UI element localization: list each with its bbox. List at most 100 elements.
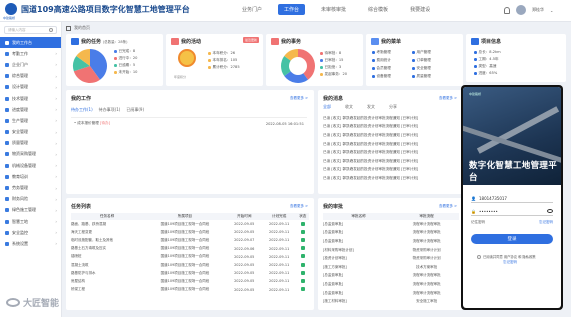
sidebar-item[interactable]: 企业门户 › xyxy=(0,59,61,70)
sidebar-item[interactable]: 考勤工作 › xyxy=(0,48,61,59)
agree-row[interactable]: 已阅读并同意 用户协议 和 隐私政策 xyxy=(477,254,536,259)
table-row[interactable]: 房屋结构 国道109项目施工现场一合同段 2022-09-05 2022-09-11 xyxy=(71,277,309,285)
nav-templates[interactable]: 综合模板 xyxy=(362,4,394,15)
sidebar-item[interactable]: 系统设置 › xyxy=(0,238,61,249)
task-more-link[interactable]: 查看更多 > xyxy=(290,204,308,209)
menu-item[interactable]: 费用统计 xyxy=(372,57,412,64)
table-row[interactable]: 海天工程变更 国道109项目施工现场一合同段 2022-09-05 2022-09-1… xyxy=(71,228,309,236)
user-name[interactable]: 郑桂华 xyxy=(532,7,544,13)
account-field[interactable]: 👤 18014735017 xyxy=(471,194,553,203)
sidebar-item[interactable]: 设计管理 › xyxy=(0,82,61,93)
table-row[interactable]: [总监费审批] 流程审计流程审批 xyxy=(323,229,459,238)
menu-item[interactable]: 考勤管理 xyxy=(372,49,412,56)
news-item[interactable]: 已读 [收文] 郭凯峰发起的投资计划审批流程通知 [已审计划] xyxy=(323,166,459,175)
table-row[interactable]: [总监费审批] 流程审计流程审批 xyxy=(323,272,459,281)
tab-received[interactable]: 收文 xyxy=(345,104,353,110)
login-button[interactable]: 登录 xyxy=(471,234,553,244)
bell-icon[interactable] xyxy=(504,6,510,14)
status-icon[interactable] xyxy=(300,287,305,292)
table-row[interactable]: [材料采购审批计划] 物资采购审计计划 xyxy=(323,246,459,255)
tab-sent[interactable]: 发文 xyxy=(367,104,375,110)
tab-all[interactable]: 全部 xyxy=(323,104,331,110)
sidebar-item[interactable]: 我的工作台 xyxy=(0,37,61,49)
sidebar-item[interactable]: 进度管理 › xyxy=(0,104,61,115)
nav-build[interactable]: 我要建设 xyxy=(404,4,436,15)
status-icon[interactable] xyxy=(300,221,305,226)
logo-text: 中建路桥 xyxy=(3,16,16,20)
tab-todo[interactable]: 待办工作(1) xyxy=(71,107,93,113)
table-row[interactable]: 路基土石方填筑及压实 国道109项目施工现场一合同段 2022-09-06 2022-… xyxy=(71,245,309,253)
tab-read[interactable]: 已阅事(9) xyxy=(126,107,144,113)
news-item[interactable]: 已读 [收文] 郭凯峰发起的投资计划审批流程通知 [已审计划] xyxy=(323,174,459,183)
status-icon[interactable] xyxy=(300,278,305,283)
sidebar-item[interactable]: 生产管理 › xyxy=(0,115,61,126)
table-row[interactable]: [总监费审批] 流程审计流程审批 xyxy=(323,237,459,246)
agree-forgot-link[interactable]: 忘记密码 xyxy=(503,260,517,265)
news-item[interactable]: 已读 [收文] 郭凯峰发起的投资计划审批流程通知 [已审计划] xyxy=(323,157,459,166)
home-icon[interactable] xyxy=(66,25,71,31)
sidebar-item[interactable]: 绿色施工管理 › xyxy=(0,205,61,216)
menu-item[interactable]: 设备管理 xyxy=(372,73,412,80)
nav-approvals[interactable]: 未审核审批 xyxy=(315,4,352,15)
forgot-link[interactable]: 忘记密码 xyxy=(539,220,553,225)
sidebar-item[interactable]: 劳务管理 › xyxy=(0,182,61,193)
menu-item[interactable]: 会员管理 xyxy=(372,65,412,72)
news-item[interactable]: 已读 [收文] 郭凯峰发起的投资计划审批流程通知 [已审计划] xyxy=(323,123,459,132)
menu-item[interactable]: 安全管理 xyxy=(412,65,452,72)
news-item[interactable]: 已读 [收文] 郭凯峰发起的投资计划审批流程通知 [已审计划] xyxy=(323,131,459,140)
news-more-link[interactable]: 查看更多 > xyxy=(439,96,457,101)
chevron-right-icon: › xyxy=(55,207,57,213)
news-item[interactable]: 已读 [收文] 郭凯峰发起的投资计划审批流程通知 [已审计划] xyxy=(323,140,459,149)
table-row[interactable]: 路面、路基、跃桥混凝 国道109项目施工现场一合同段 2022-09-05 2022-… xyxy=(71,220,309,228)
table-row[interactable]: 桥梁工程 国道109项目施工现场一合同段 2022-09-05 2022-09-11 xyxy=(71,286,309,294)
sidebar-item[interactable]: 物资采购管理 › xyxy=(0,149,61,160)
table-row[interactable]: [施工方案审批] 技术方案审批 xyxy=(323,263,459,272)
sidebar-item[interactable]: 技术管理 › xyxy=(0,93,61,104)
approvals-more-link[interactable]: 查看更多 > xyxy=(439,204,457,209)
tab-items[interactable]: 待办事项(1) xyxy=(99,107,121,113)
sidebar-item[interactable]: 教育培训 › xyxy=(0,171,61,182)
sidebar-item[interactable]: 财务风险 › xyxy=(0,194,61,205)
status-icon[interactable] xyxy=(300,229,305,234)
status-icon[interactable] xyxy=(300,270,305,275)
table-row[interactable]: [总监费审批] 流程审计流程审批 xyxy=(323,289,459,298)
nav-workbench[interactable]: 工作台 xyxy=(278,4,306,15)
search-icon[interactable] xyxy=(49,28,53,32)
table-row[interactable]: [总监费审批] 流程审计流程审批 xyxy=(323,280,459,289)
work-more-link[interactable]: 查看更多 > xyxy=(290,96,308,101)
breadcrumb-current[interactable]: 我的首页 xyxy=(74,25,90,31)
status-icon[interactable] xyxy=(300,254,305,259)
sidebar-item[interactable]: 质量管理 › xyxy=(0,138,61,149)
remember-checkbox[interactable]: 记住密码 xyxy=(471,220,485,225)
sidebar-item[interactable]: 综合管理 › xyxy=(0,71,61,82)
table-row[interactable]: 临时设施配套，取土及其他 国道109项目施工现场一合同段 2022-09-07 202… xyxy=(71,236,309,244)
table-row[interactable]: [总监费审批] 流程审计流程审批 xyxy=(323,220,459,229)
sidebar-item[interactable]: 智慧工地 › xyxy=(0,216,61,227)
table-row[interactable]: [投资计划审批] 物资采购审计计划 xyxy=(323,254,459,263)
sidebar-item[interactable]: 安全监控 › xyxy=(0,227,61,238)
menu-item[interactable]: 质量管理 xyxy=(412,73,452,80)
status-icon[interactable] xyxy=(300,262,305,267)
search-input[interactable]: 请输入内容 xyxy=(8,28,26,33)
tab-shared[interactable]: 分享 xyxy=(389,104,397,110)
sidebar-item[interactable]: 机械设备管理 › xyxy=(0,160,61,171)
status-icon[interactable] xyxy=(300,237,305,242)
news-item[interactable]: 已读 [收文] 郭凯峰发起的投资计划审批流程通知 [已审计划] xyxy=(323,114,459,123)
sidebar-search[interactable]: 请输入内容 xyxy=(4,26,57,34)
menu-item[interactable]: 订单管理 xyxy=(412,57,452,64)
table-row[interactable]: 锚喷桩 国道109项目施工现场一合同段 2022-09-05 2022-09-11 xyxy=(71,253,309,261)
status-icon[interactable] xyxy=(300,246,305,251)
chevron-down-icon[interactable]: ⌄ xyxy=(550,8,553,13)
nav-portal[interactable]: 业务门户 xyxy=(236,4,268,15)
agree-radio[interactable] xyxy=(477,254,481,259)
list-item[interactable]: • 成本报价管理 [待办] 2022-08-05 16:01:51 xyxy=(74,120,304,127)
news-item[interactable]: 已读 [收文] 郭凯峰发起的投资计划审批流程通知 [已审计划] xyxy=(323,148,459,157)
table-row[interactable]: 路基防护与排水 国道109项目施工现场一合同段 2022-09-05 2022-09-… xyxy=(71,269,309,277)
menu-item[interactable]: 用户管理 xyxy=(412,49,452,56)
sidebar-item[interactable]: 安全管理 › xyxy=(0,127,61,138)
password-field[interactable]: 🔒 •••••••• xyxy=(471,207,553,216)
eye-icon[interactable] xyxy=(547,209,553,213)
table-row[interactable]: [施工材料审批] 安全施工审批 xyxy=(323,297,459,306)
table-row[interactable]: 混凝土浇筑 国道109项目施工现场一合同段 2022-09-05 2022-09-11 xyxy=(71,261,309,269)
avatar[interactable] xyxy=(516,5,526,15)
